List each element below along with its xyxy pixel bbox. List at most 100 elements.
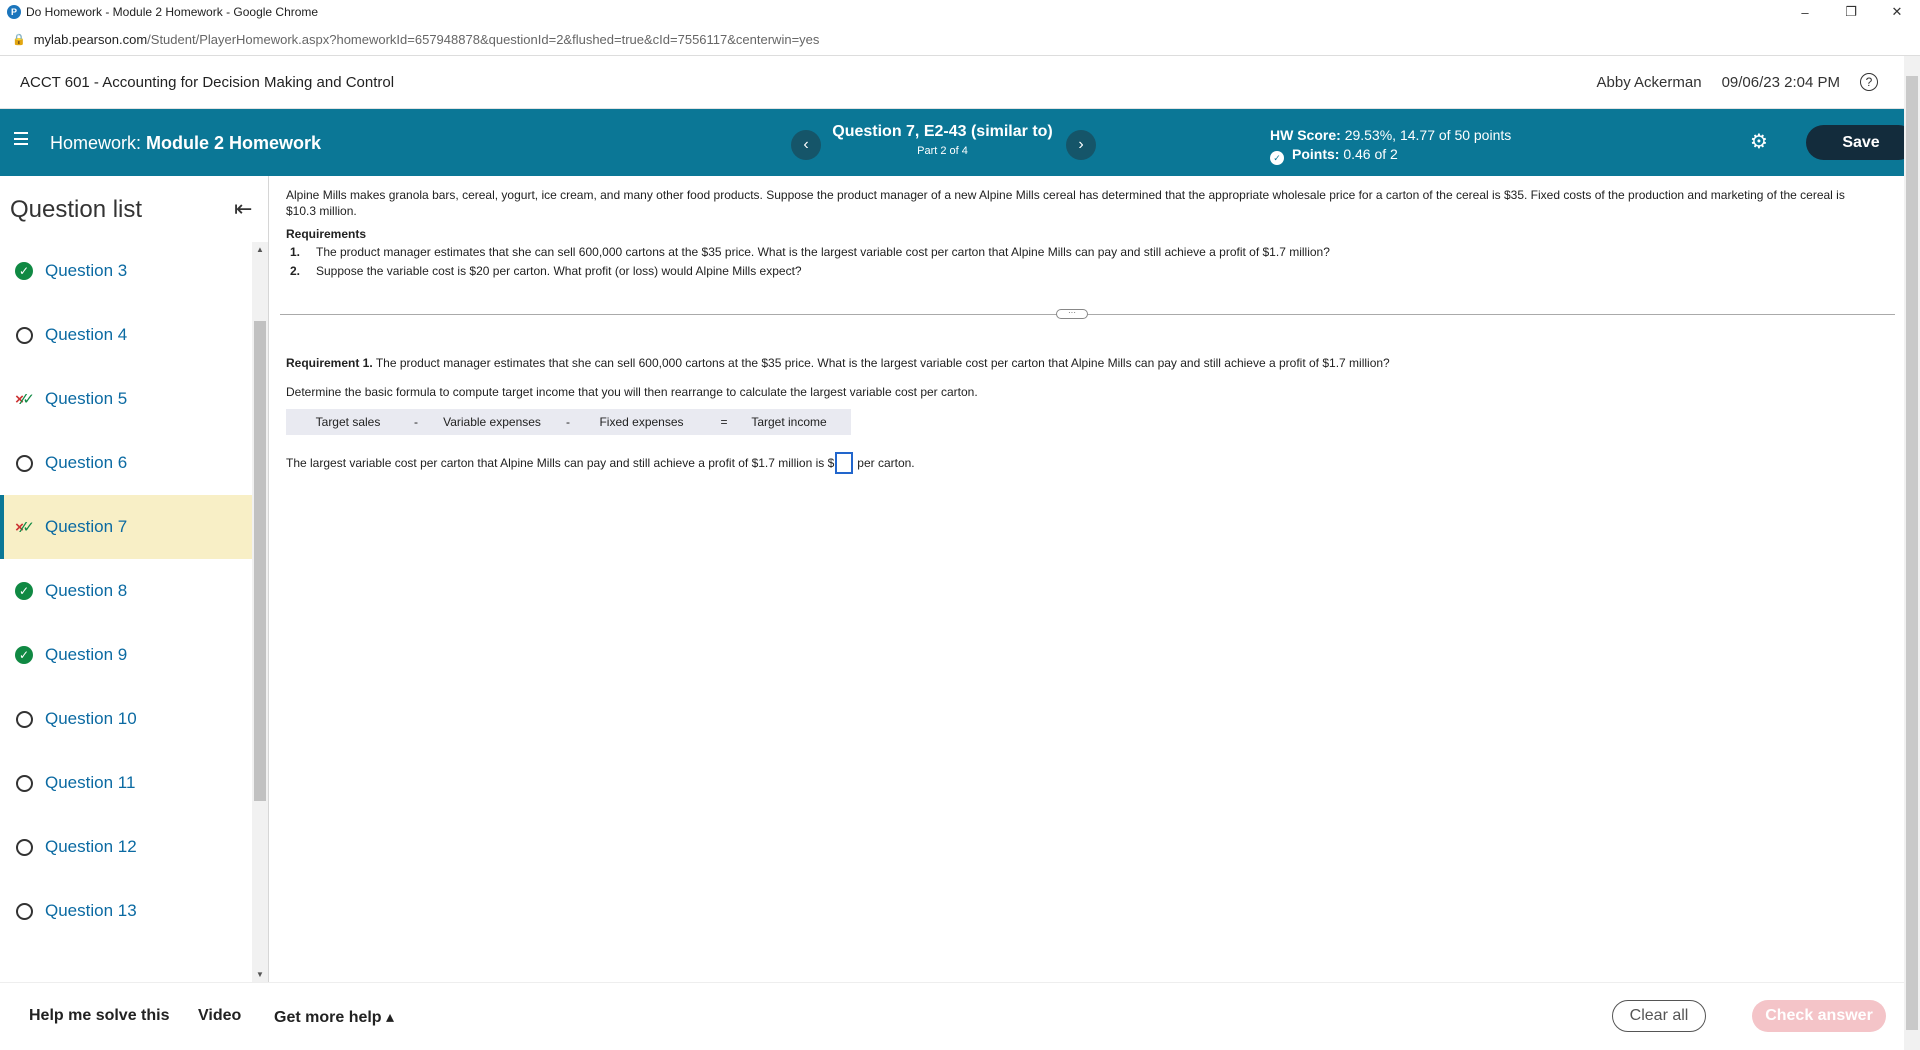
answer-suffix: per carton. <box>857 456 915 470</box>
get-more-help-button[interactable]: Get more help ▴ <box>274 1007 394 1027</box>
sidebar-item-label: Question 12 <box>45 837 137 856</box>
hw-score-label: HW Score: <box>1270 127 1341 143</box>
sidebar-item-question[interactable]: ✓ Question 9 <box>0 623 252 687</box>
help-icon[interactable]: ? <box>1860 73 1878 91</box>
lock-icon: 🔒 <box>12 34 26 46</box>
sidebar-item-label: Question 13 <box>45 901 137 920</box>
course-title: ACCT 601 - Accounting for Decision Makin… <box>20 73 395 91</box>
question-list-panel: Question list ⇤ ×⁄✓Question 2 ✓ Question 3… <box>0 176 269 982</box>
sidebar-item-label: Question 8 <box>45 581 128 600</box>
check-circle-icon: ✓ <box>14 261 34 281</box>
window-controls: – ❐ ✕ <box>1782 0 1920 24</box>
problem-intro: Alpine Mills makes granola bars, cereal,… <box>286 188 1845 218</box>
collapse-panel-icon[interactable]: ⇤ <box>234 196 252 222</box>
formula-term-variable-expenses[interactable]: Variable expenses <box>422 415 562 429</box>
question-title: Question 7, E2-43 (similar to) <box>832 123 1053 140</box>
datetime: 09/06/23 2:04 PM <box>1721 73 1840 91</box>
homework-title: Homework: Module 2 Homework <box>50 133 321 154</box>
open-circle-icon <box>14 901 34 921</box>
sidebar-item-question[interactable]: ×⁄✓ Question 7 <box>0 495 252 559</box>
answer-line: The largest variable cost per carton tha… <box>286 452 915 474</box>
formula-term-fixed-expenses[interactable]: Fixed expenses <box>574 415 709 429</box>
score-panel: HW Score: 29.53%, 14.77 of 50 points ✓ Po… <box>1270 126 1511 165</box>
course-header: ACCT 601 - Accounting for Decision Makin… <box>0 56 1904 109</box>
requirement-1-label: Requirement 1. <box>286 356 373 370</box>
user-name: Abby Ackerman <box>1596 73 1702 91</box>
video-button[interactable]: Video <box>198 1007 241 1025</box>
sidebar-item-label: Question 6 <box>45 453 128 472</box>
sidebar-item-label: Question 9 <box>45 645 128 664</box>
sidebar-item-label: Question 10 <box>45 709 137 728</box>
sidebar-item-question[interactable]: Question 13 <box>0 879 252 943</box>
formula-instruction: Determine the basic formula to compute t… <box>286 385 978 399</box>
answer-prefix: The largest variable cost per carton tha… <box>286 456 835 470</box>
question-content: Alpine Mills makes granola bars, cereal,… <box>280 176 1895 982</box>
check-circle-icon: ✓ <box>14 581 34 601</box>
sidebar-item-label: Question 4 <box>45 325 128 344</box>
sidebar-item-question[interactable]: ×⁄✓Question 2 <box>0 228 252 239</box>
open-circle-icon <box>14 709 34 729</box>
points-label: Points: <box>1292 146 1340 162</box>
sidebar-item-question[interactable]: ✓ Question 3 <box>0 239 252 303</box>
answer-input[interactable] <box>835 452 854 474</box>
open-circle-icon <box>14 837 34 857</box>
next-question-button[interactable]: › <box>1066 130 1096 160</box>
clear-all-button[interactable]: Clear all <box>1612 1000 1706 1032</box>
requirements-list: 1. The product manager estimates that she… <box>290 245 1330 283</box>
requirement-item: 1. The product manager estimates that she… <box>290 245 1330 259</box>
page-scroll-thumb[interactable] <box>1906 76 1918 1030</box>
sidebar-item-question[interactable]: ×⁄✓ Question 5 <box>0 367 252 431</box>
sidebar-item-label: Question 5 <box>45 389 128 408</box>
resize-grip-icon[interactable]: ··· <box>1056 309 1088 319</box>
sidebar-item-question[interactable]: Question 6 <box>0 431 252 495</box>
page-scrollbar[interactable] <box>1904 56 1920 1050</box>
close-icon[interactable]: ✕ <box>1874 0 1920 24</box>
open-circle-icon <box>14 325 34 345</box>
homework-label: Homework: <box>50 133 142 153</box>
url-host: mylab.pearson.com <box>33 32 148 47</box>
sidebar-scrollbar[interactable]: ▲ ▼ <box>252 242 268 982</box>
sidebar-item-question[interactable]: Question 10 <box>0 687 252 751</box>
formula-operator: - <box>566 415 570 429</box>
address-bar[interactable]: 🔒 mylab.pearson.com/Student/PlayerHomewo… <box>0 24 1920 56</box>
open-circle-icon <box>14 453 34 473</box>
sidebar-item-question[interactable]: ✓ Question 8 <box>0 559 252 623</box>
tab-title: Do Homework - Module 2 Homework - Google… <box>26 5 319 19</box>
scroll-down-arrow-icon[interactable]: ▼ <box>256 970 264 979</box>
homework-name: Module 2 Homework <box>146 133 322 153</box>
sidebar-item-question[interactable]: Question 11 <box>0 751 252 815</box>
restore-icon[interactable]: ❐ <box>1828 0 1874 24</box>
help-me-solve-button[interactable]: Help me solve this <box>29 1007 170 1025</box>
requirement-1-prompt: Requirement 1. The product manager estim… <box>286 356 1390 370</box>
points-value: 0.46 of 2 <box>1343 146 1398 162</box>
scroll-up-arrow-icon[interactable]: ▲ <box>256 245 264 254</box>
sidebar-scroll-thumb[interactable] <box>254 321 266 801</box>
formula-row: Target sales - Variable expenses - Fixed… <box>286 409 851 435</box>
sidebar-item-label: Question 3 <box>45 261 128 280</box>
save-button[interactable]: Save <box>1806 125 1916 160</box>
pearson-favicon-icon: P <box>7 5 21 19</box>
browser-title-bar: P Do Homework - Module 2 Homework - Goog… <box>0 0 1920 24</box>
partial-credit-icon: ×⁄✓ <box>15 391 35 408</box>
question-header: Question 7, E2-43 (similar to) Part 2 of… <box>820 123 1065 157</box>
settings-gear-icon[interactable]: ⚙ <box>1748 131 1770 153</box>
prev-question-button[interactable]: ‹ <box>791 130 821 160</box>
points-icon: ✓ <box>1270 151 1284 165</box>
open-circle-icon <box>14 773 34 793</box>
minimize-icon[interactable]: – <box>1782 0 1828 24</box>
sidebar-item-question[interactable]: Question 4 <box>0 303 252 367</box>
footer-bar: Help me solve this Video Get more help ▴… <box>0 982 1904 1050</box>
check-answer-button[interactable]: Check answer <box>1752 1000 1886 1032</box>
formula-term-target-income[interactable]: Target income <box>739 415 839 429</box>
menu-icon[interactable] <box>14 132 28 145</box>
homework-header: Homework: Module 2 Homework ‹ Question 7… <box>0 109 1916 176</box>
requirement-item: 2. Suppose the variable cost is $20 per c… <box>290 264 802 278</box>
formula-term-target-sales[interactable]: Target sales <box>286 415 410 429</box>
sidebar-item-question[interactable]: Question 12 <box>0 815 252 879</box>
question-list-heading: Question list <box>10 196 143 223</box>
sidebar-item-label: Question 11 <box>45 773 136 792</box>
sidebar-item-label: Question 7 <box>45 517 128 536</box>
question-part: Part 2 of 4 <box>917 145 968 157</box>
formula-operator: = <box>720 415 728 429</box>
check-circle-icon: ✓ <box>14 645 34 665</box>
